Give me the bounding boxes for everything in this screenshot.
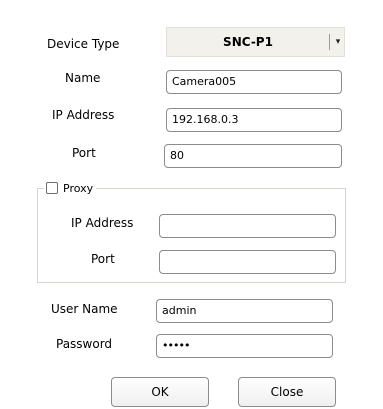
ok-button[interactable]: OK <box>111 377 209 407</box>
proxy-checkbox[interactable] <box>46 182 58 194</box>
chevron-down-icon[interactable]: ▾ <box>332 28 344 56</box>
proxy-label: Proxy <box>63 181 94 195</box>
close-button[interactable]: Close <box>238 377 336 407</box>
port-input[interactable]: 80 <box>164 144 342 168</box>
select-divider <box>329 34 330 50</box>
proxy-ip-address-input[interactable] <box>159 214 336 238</box>
password-label: Password <box>56 337 113 351</box>
camera-settings-dialog: Device Type SNC-P1 ▾ Name Camera005 IP A… <box>0 0 383 409</box>
ip-address-label: IP Address <box>52 108 115 122</box>
password-input[interactable]: ••••• <box>156 334 333 358</box>
device-type-select[interactable]: SNC-P1 ▾ <box>166 27 345 57</box>
ip-address-input[interactable]: 192.168.0.3 <box>166 108 342 132</box>
user-name-label: User Name <box>51 302 118 316</box>
device-type-label: Device Type <box>47 37 120 51</box>
proxy-port-label: Port <box>91 252 115 266</box>
device-type-value: SNC-P1 <box>223 35 273 49</box>
proxy-ip-address-label: IP Address <box>71 216 134 230</box>
name-input[interactable]: Camera005 <box>166 70 342 94</box>
proxy-toggle[interactable]: Proxy <box>44 180 97 196</box>
port-label: Port <box>72 146 96 160</box>
proxy-port-input[interactable] <box>159 250 336 274</box>
user-name-input[interactable]: admin <box>156 299 333 323</box>
name-label: Name <box>65 71 101 85</box>
